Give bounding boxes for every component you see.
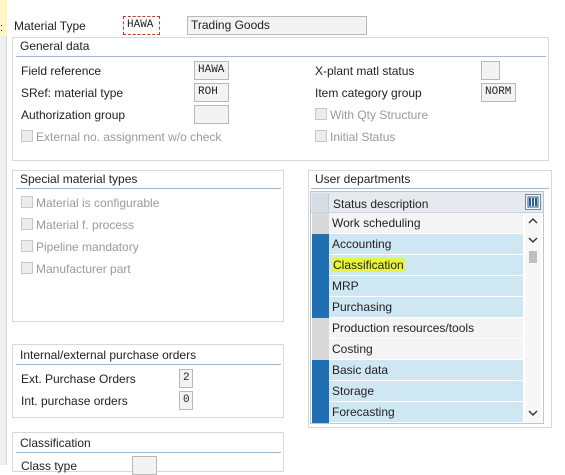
department-label: Accounting bbox=[332, 237, 392, 251]
row-selector[interactable] bbox=[312, 318, 329, 339]
manufacturer-part-checkbox[interactable] bbox=[21, 262, 33, 274]
special-type-label: Manufacturer part bbox=[36, 262, 131, 276]
material-type-description: Trading Goods bbox=[187, 16, 367, 35]
field-reference-label: Field reference bbox=[21, 64, 102, 78]
department-label: Costing bbox=[332, 342, 373, 356]
scroll-up-icon[interactable] bbox=[526, 214, 540, 228]
department-row[interactable]: Purchasing bbox=[312, 297, 523, 318]
department-row[interactable]: Storage bbox=[312, 381, 523, 402]
department-row[interactable]: Work scheduling bbox=[312, 213, 523, 234]
general-data-title: General data bbox=[20, 39, 90, 53]
ext-purchase-orders-input[interactable]: 2 bbox=[179, 369, 193, 388]
initial-status-label: Initial Status bbox=[330, 130, 396, 144]
class-type-input[interactable] bbox=[132, 456, 157, 475]
special-type-label: Material f. process bbox=[36, 218, 135, 232]
department-row[interactable]: Costing bbox=[312, 339, 523, 360]
item-category-group-input[interactable]: NORM bbox=[481, 83, 516, 102]
external-no-assignment-label: External no. assignment w/o check bbox=[36, 130, 222, 144]
general-data-underline bbox=[16, 56, 546, 57]
department-label: Purchasing bbox=[332, 300, 393, 314]
department-label: Work scheduling bbox=[332, 216, 421, 230]
user-departments-underline bbox=[311, 188, 549, 189]
field-reference-input[interactable]: HAWA bbox=[194, 61, 229, 80]
column-settings-icon[interactable] bbox=[525, 194, 541, 210]
department-label: Production resources/tools bbox=[332, 321, 475, 335]
special-material-types-underline bbox=[16, 188, 281, 189]
row-selector[interactable] bbox=[312, 402, 329, 423]
int-purchase-orders-input[interactable]: 0 bbox=[179, 391, 193, 410]
xplant-status-label: X-plant matl status bbox=[315, 64, 415, 78]
xplant-status-input[interactable] bbox=[481, 61, 500, 80]
classification-title: Classification bbox=[20, 436, 91, 450]
row-selector[interactable] bbox=[312, 276, 329, 297]
row-selector[interactable] bbox=[312, 360, 329, 381]
int-purchase-orders-label: Int. purchase orders bbox=[21, 394, 128, 408]
sref-material-type-label: SRef: material type bbox=[21, 86, 124, 100]
special-material-types-title: Special material types bbox=[20, 172, 138, 186]
material-type-label: Material Type bbox=[14, 19, 86, 33]
sref-material-type-input[interactable]: ROH bbox=[194, 83, 229, 102]
department-label: MRP bbox=[332, 279, 359, 293]
department-label: Storage bbox=[332, 384, 375, 398]
special-type-label: Material is configurable bbox=[36, 196, 160, 210]
user-departments-title: User departments bbox=[315, 172, 411, 186]
initial-status-checkbox[interactable] bbox=[315, 130, 327, 142]
scroll-down-icon[interactable] bbox=[526, 406, 540, 420]
department-row[interactable]: Forecasting bbox=[312, 402, 523, 423]
with-qty-structure-label: With Qty Structure bbox=[330, 108, 429, 122]
with-qty-structure-checkbox[interactable] bbox=[315, 108, 327, 120]
classification-underline bbox=[16, 452, 281, 453]
class-type-label: Class type bbox=[21, 459, 78, 473]
department-row[interactable]: MRP bbox=[312, 276, 523, 297]
row-selector[interactable] bbox=[312, 234, 329, 255]
purchase-orders-title: Internal/external purchase orders bbox=[20, 348, 197, 362]
gutter-text: : bbox=[0, 22, 4, 34]
department-row[interactable]: Production resources/tools bbox=[312, 318, 523, 339]
process-checkbox[interactable] bbox=[21, 218, 33, 230]
special-type-label: Pipeline mandatory bbox=[36, 240, 139, 254]
purchase-orders-underline bbox=[16, 364, 281, 365]
configurable-checkbox[interactable] bbox=[21, 196, 33, 208]
department-label: Classification bbox=[332, 258, 405, 272]
column-header-status-description[interactable]: Status description bbox=[333, 197, 428, 211]
department-label: Forecasting bbox=[332, 405, 395, 419]
external-no-assignment-checkbox[interactable] bbox=[21, 130, 33, 142]
pipeline-mandatory-checkbox[interactable] bbox=[21, 240, 33, 252]
department-row[interactable]: Basic data bbox=[312, 360, 523, 381]
scroll-down-small-icon[interactable] bbox=[526, 233, 540, 247]
row-selector[interactable] bbox=[312, 297, 329, 318]
item-category-group-label: Item category group bbox=[315, 86, 422, 100]
authorization-group-label: Authorization group bbox=[21, 108, 126, 122]
scroll-thumb[interactable] bbox=[529, 251, 537, 263]
row-selector[interactable] bbox=[312, 213, 329, 234]
row-selector[interactable] bbox=[312, 339, 329, 360]
department-row[interactable]: Classification bbox=[312, 255, 523, 276]
authorization-group-input[interactable] bbox=[194, 105, 229, 124]
department-label: Basic data bbox=[332, 363, 389, 377]
left-gutter bbox=[0, 0, 7, 465]
material-type-field[interactable]: HAWA bbox=[123, 16, 160, 35]
row-selector[interactable] bbox=[312, 381, 329, 402]
select-all-cell[interactable] bbox=[312, 193, 329, 212]
row-selector[interactable] bbox=[312, 255, 329, 276]
ext-purchase-orders-label: Ext. Purchase Orders bbox=[21, 372, 136, 386]
department-row[interactable]: Accounting bbox=[312, 234, 523, 255]
